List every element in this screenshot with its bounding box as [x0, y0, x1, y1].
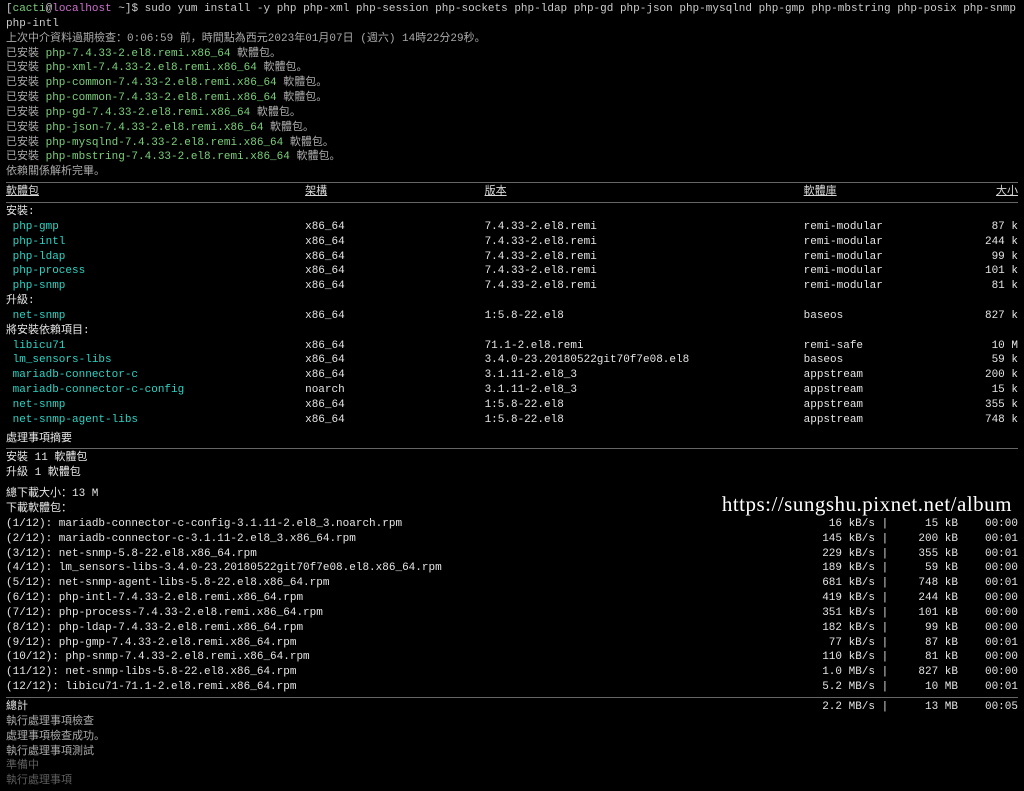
table-row: lm_sensors-libsx86_643.4.0-23.20180522gi… — [6, 353, 1018, 368]
section-upgrade: 升級: — [6, 294, 1018, 309]
download-row: (8/12): php-ldap-7.4.33-2.el8.remi.x86_6… — [6, 621, 1018, 636]
table-header: 軟體包 架構 版本 軟體庫 大小 — [6, 185, 1018, 200]
table-row: php-processx86_647.4.33-2.el8.remiremi-m… — [6, 264, 1018, 279]
table-row: net-snmpx86_641:5.8-22.el8appstream355 k — [6, 398, 1018, 413]
already-installed-list: 已安裝 php-7.4.33-2.el8.remi.x86_64 軟體包。已安裝… — [6, 47, 1018, 166]
already-installed-item: 已安裝 php-xml-7.4.33-2.el8.remi.x86_64 軟體包… — [6, 61, 1018, 76]
trailing-faded: 準備中執行處理事項 — [6, 759, 1018, 789]
divider — [6, 182, 1018, 183]
download-row: (5/12): net-snmp-agent-libs-5.8-22.el8.x… — [6, 576, 1018, 591]
status-line: 執行處理事項檢查 — [6, 715, 1018, 730]
status-line: 執行處理事項 — [6, 774, 1018, 789]
download-row: (4/12): lm_sensors-libs-3.4.0-23.2018052… — [6, 561, 1018, 576]
upgrade-rows: net-snmpx86_641:5.8-22.el8baseos827 k — [6, 309, 1018, 324]
download-row: (7/12): php-process-7.4.33-2.el8.remi.x8… — [6, 606, 1018, 621]
already-installed-item: 已安裝 php-mysqlnd-7.4.33-2.el8.remi.x86_64… — [6, 136, 1018, 151]
already-installed-item: 已安裝 php-json-7.4.33-2.el8.remi.x86_64 軟體… — [6, 121, 1018, 136]
download-row: (12/12): libicu71-71.1-2.el8.remi.x86_64… — [6, 680, 1018, 695]
dependency-rows: libicu71x86_6471.1-2.el8.remiremi-safe10… — [6, 339, 1018, 428]
download-row: (9/12): php-gmp-7.4.33-2.el8.remi.x86_64… — [6, 636, 1018, 651]
section-deps: 將安裝依賴項目: — [6, 324, 1018, 339]
prompt-line: [cacti@localhost ~]$ sudo yum install -y… — [6, 2, 1018, 32]
table-row: net-snmpx86_641:5.8-22.el8baseos827 k — [6, 309, 1018, 324]
watermark-text: https://sungshu.pixnet.net/album — [722, 490, 1012, 518]
prompt-user: cacti — [13, 3, 46, 15]
deps-resolved: 依賴關係解析完畢。 — [6, 165, 1018, 180]
divider — [6, 697, 1018, 698]
download-list: (1/12): mariadb-connector-c-config-3.1.1… — [6, 517, 1018, 695]
install-rows: php-gmpx86_647.4.33-2.el8.remiremi-modul… — [6, 220, 1018, 294]
download-row: (10/12): php-snmp-7.4.33-2.el8.remi.x86_… — [6, 650, 1018, 665]
already-installed-item: 已安裝 php-common-7.4.33-2.el8.remi.x86_64 … — [6, 91, 1018, 106]
prompt-host: localhost — [52, 3, 111, 15]
divider — [6, 202, 1018, 203]
already-installed-item: 已安裝 php-common-7.4.33-2.el8.remi.x86_64 … — [6, 76, 1018, 91]
total-row: 總計 2.2 MB/s | 13 MB 00:05 — [6, 700, 1018, 715]
summary-upgrade: 升級 1 軟體包 — [6, 466, 1018, 481]
table-row: php-snmpx86_647.4.33-2.el8.remiremi-modu… — [6, 279, 1018, 294]
table-row: php-ldapx86_647.4.33-2.el8.remiremi-modu… — [6, 250, 1018, 265]
summary-header: 處理事項摘要 — [6, 432, 1018, 447]
download-row: (6/12): php-intl-7.4.33-2.el8.remi.x86_6… — [6, 591, 1018, 606]
command-text: sudo yum install -y php php-xml php-sess… — [6, 3, 1016, 30]
status-line: 準備中 — [6, 759, 1018, 774]
status-line: 執行處理事項測試 — [6, 745, 1018, 760]
download-row: (3/12): net-snmp-5.8-22.el8.x86_64.rpm22… — [6, 547, 1018, 562]
divider — [6, 448, 1018, 449]
already-installed-item: 已安裝 php-mbstring-7.4.33-2.el8.remi.x86_6… — [6, 150, 1018, 165]
table-row: php-intlx86_647.4.33-2.el8.remiremi-modu… — [6, 235, 1018, 250]
terminal-output[interactable]: [cacti@localhost ~]$ sudo yum install -y… — [0, 0, 1024, 791]
already-installed-item: 已安裝 php-7.4.33-2.el8.remi.x86_64 軟體包。 — [6, 47, 1018, 62]
table-row: mariadb-connector-c-confignoarch3.1.11-2… — [6, 383, 1018, 398]
download-row: (1/12): mariadb-connector-c-config-3.1.1… — [6, 517, 1018, 532]
table-row: libicu71x86_6471.1-2.el8.remiremi-safe10… — [6, 339, 1018, 354]
status-line: 處理事項檢查成功。 — [6, 730, 1018, 745]
table-row: mariadb-connector-cx86_643.1.11-2.el8_3a… — [6, 368, 1018, 383]
download-row: (11/12): net-snmp-libs-5.8-22.el8.x86_64… — [6, 665, 1018, 680]
summary-install: 安裝 11 軟體包 — [6, 451, 1018, 466]
trailing-lines: 執行處理事項檢查處理事項檢查成功。執行處理事項測試 — [6, 715, 1018, 760]
meta-line: 上次中介資料過期檢查：0:06:59 前，時間點為西元2023年01月07日 (… — [6, 32, 1018, 47]
section-install: 安裝: — [6, 205, 1018, 220]
table-row: net-snmp-agent-libsx86_641:5.8-22.el8app… — [6, 413, 1018, 428]
table-row: php-gmpx86_647.4.33-2.el8.remiremi-modul… — [6, 220, 1018, 235]
already-installed-item: 已安裝 php-gd-7.4.33-2.el8.remi.x86_64 軟體包。 — [6, 106, 1018, 121]
download-row: (2/12): mariadb-connector-c-3.1.11-2.el8… — [6, 532, 1018, 547]
